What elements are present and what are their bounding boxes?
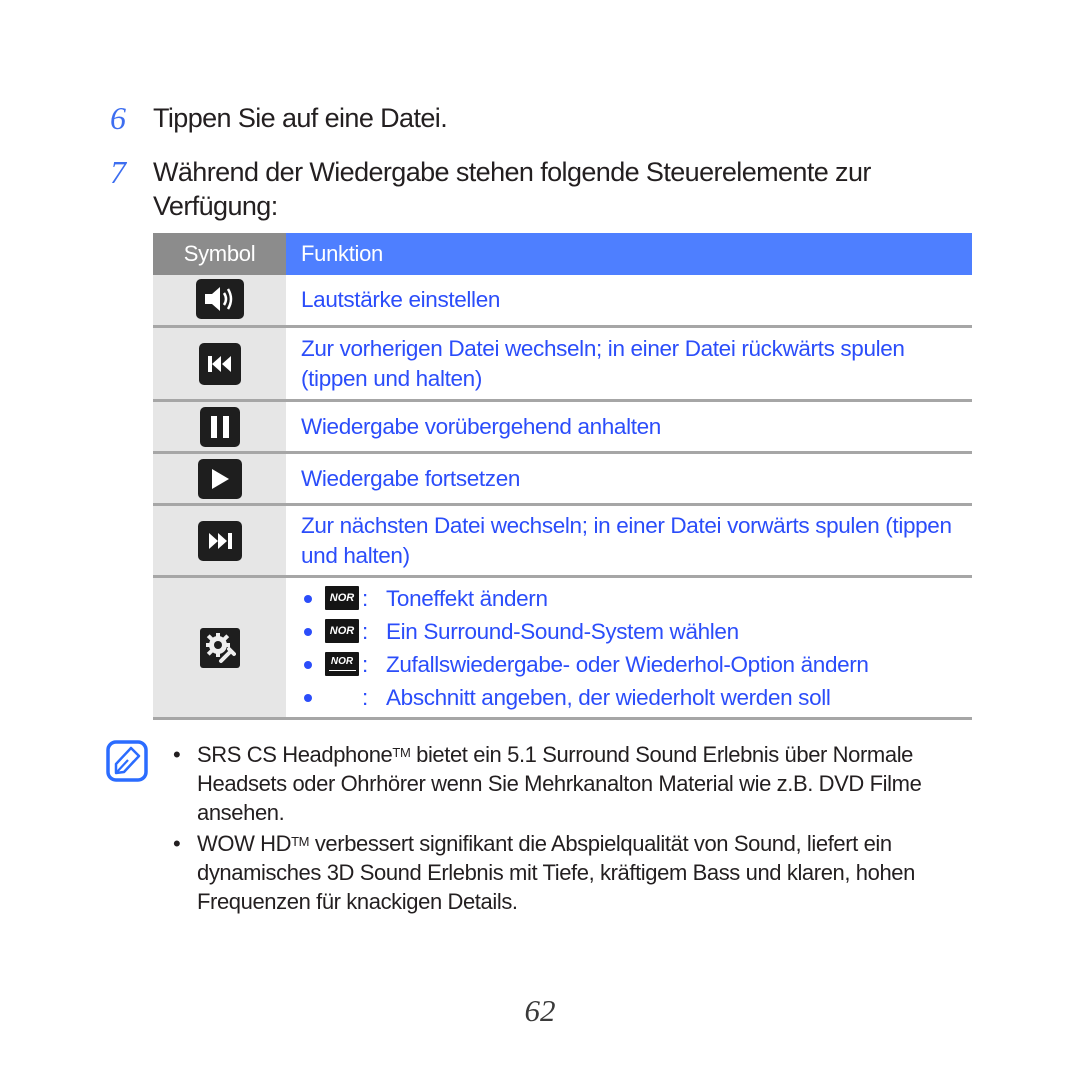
option-label: Abschnitt angeben, der wiederholt werden…: [386, 685, 831, 710]
bullet: [304, 628, 312, 636]
list-item: NOR : Zufallswiedergabe- oder Wiederhol-…: [286, 648, 972, 681]
table-row: Zur nächsten Datei wechseln; in einer Da…: [153, 506, 972, 578]
controls-table: Symbol Funktion Lautstärke einstellen Zu…: [153, 233, 972, 720]
note-item: • SRS CS HeadphoneTM bietet ein 5.1 Surro…: [173, 742, 922, 825]
settings-icon: [199, 627, 240, 668]
note-pencil-icon: [106, 740, 148, 782]
bullet: [304, 661, 312, 669]
list-item: : Abschnitt angeben, der wiederholt werd…: [286, 681, 972, 714]
sound-effect-badge-icon: NOR: [325, 586, 359, 610]
function-text: Wiedergabe vorübergehend anhalten: [301, 413, 661, 439]
table-header: Symbol Funktion: [153, 233, 972, 275]
option-label: Toneffekt ändern: [386, 586, 548, 611]
list-item: NOR : Toneffekt ändern: [286, 582, 972, 615]
table-row: NOR : Toneffekt ändern NOR : Ein Surroun…: [153, 578, 972, 720]
step-number: 6: [110, 100, 126, 136]
option-label: Zufallswiedergabe- oder Wiederhol-Option…: [386, 652, 869, 677]
next-track-icon: [197, 520, 242, 561]
function-text: Zur vorherigen Datei wechseln; in einer …: [301, 335, 905, 391]
repeat-mode-badge-icon: NOR: [325, 652, 359, 676]
table-row: Wiedergabe fortsetzen: [153, 454, 972, 506]
step-number: 7: [110, 154, 126, 190]
header-function: Funktion: [286, 233, 972, 275]
bullet: [304, 694, 312, 702]
header-symbol: Symbol: [153, 233, 286, 275]
previous-track-icon: [198, 342, 241, 385]
note-item: • WOW HDTM verbessert signifikant die Abs…: [173, 831, 915, 914]
bullet: [304, 595, 312, 603]
step-text: Tippen Sie auf eine Datei.: [153, 103, 448, 133]
function-text: Zur nächsten Datei wechseln; in einer Da…: [301, 512, 952, 568]
table-row: Lautstärke einstellen: [153, 275, 972, 328]
surround-badge-icon: NOR: [325, 619, 359, 643]
table-row: Wiedergabe vorübergehend anhalten: [153, 402, 972, 454]
note-list: • SRS CS HeadphoneTM bietet ein 5.1 Surro…: [173, 740, 978, 918]
pause-icon: [199, 406, 240, 447]
function-text: Wiedergabe fortsetzen: [301, 465, 521, 491]
volume-icon: [195, 279, 244, 319]
settings-options-list: NOR : Toneffekt ändern NOR : Ein Surroun…: [286, 582, 972, 714]
table-row: Zur vorherigen Datei wechseln; in einer …: [153, 328, 972, 402]
play-icon: [197, 458, 242, 499]
function-text: Lautstärke einstellen: [301, 287, 501, 312]
page-number: 62: [524, 993, 556, 1028]
option-label: Ein Surround-Sound-System wählen: [386, 619, 739, 644]
step-text: Während der Wiedergabe stehen folgende S…: [153, 157, 871, 221]
list-item: NOR : Ein Surround-Sound-System wählen: [286, 615, 972, 648]
